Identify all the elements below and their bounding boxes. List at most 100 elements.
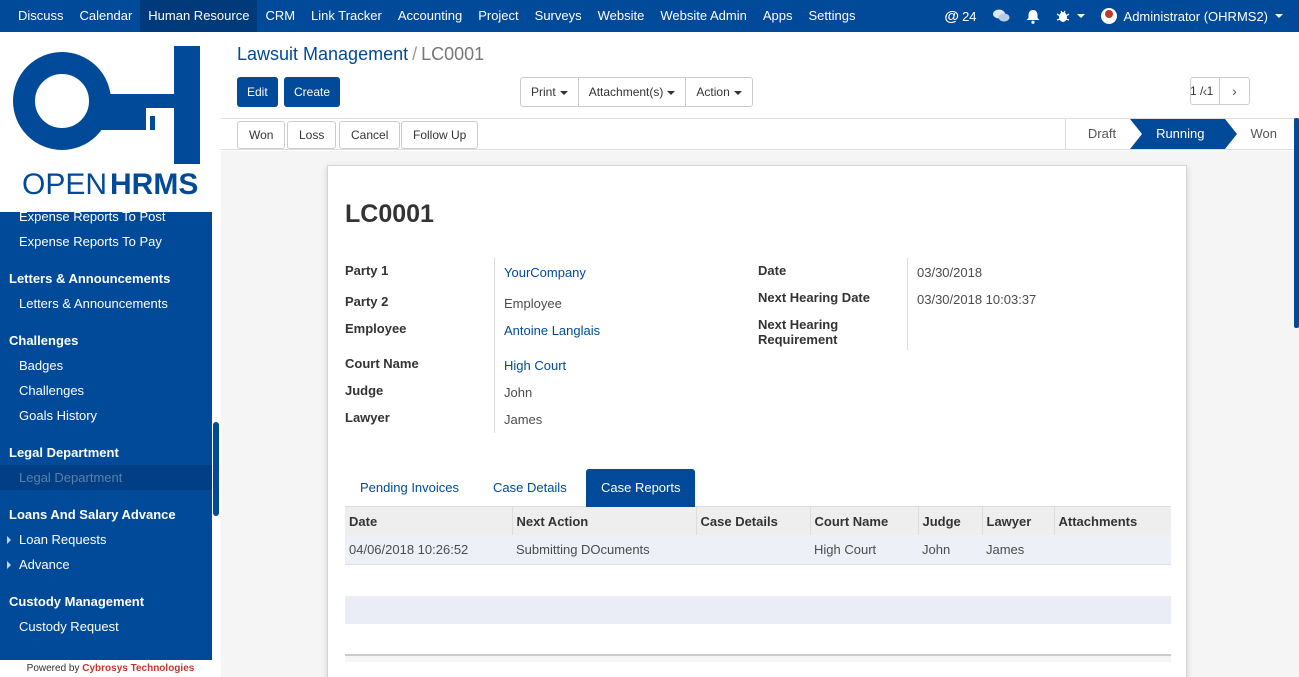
sidebar-item-letters-announcements[interactable]: Letters & Announcements: [0, 291, 212, 316]
scrollbar-thumb[interactable]: [213, 422, 219, 516]
sidebar-item-challenges[interactable]: Challenges: [0, 378, 212, 403]
sidebar-item-label: Expense Reports To Pay: [19, 234, 162, 249]
sidebar-section-letters: Letters & Announcements: [9, 271, 171, 286]
sidebar: OPEN HRMS Expense Reports To Post Expens…: [0, 32, 221, 677]
oh-logo-icon: OPEN HRMS: [13, 46, 200, 201]
sidebar-item-loan-requests[interactable]: Loan Requests: [0, 527, 212, 552]
powered-by: Powered by Cybrosys Technologies: [0, 660, 221, 677]
date-label: Date: [758, 263, 787, 278]
cell-case-details: [696, 535, 810, 565]
menu-surveys[interactable]: Surveys: [527, 0, 590, 32]
print-label: Print: [531, 85, 556, 99]
form-sheet: LC0001 Party 1 YourCompany Party 2 Emplo…: [327, 165, 1187, 677]
tab-case-details[interactable]: Case Details: [478, 469, 582, 507]
user-name: Administrator (OHRMS2): [1123, 8, 1268, 24]
sidebar-item-label: Badges: [19, 358, 64, 373]
debug-menu[interactable]: [1048, 9, 1093, 23]
sidebar-item-label: Legal Department: [19, 470, 123, 485]
judge-label: Judge: [345, 383, 384, 398]
chevron-right-icon: ›: [1232, 83, 1237, 99]
top-navbar: Discuss Calendar Human Resource CRM Link…: [0, 0, 1299, 32]
menu-human-resource[interactable]: Human Resource: [140, 0, 258, 32]
chat-bubbles-icon: [992, 9, 1010, 22]
powered-by-text: Powered by: [26, 663, 80, 674]
sidebar-item-label: Goals History: [19, 408, 98, 423]
breadcrumb-parent[interactable]: Lawsuit Management: [237, 44, 408, 64]
create-button[interactable]: Create: [284, 77, 341, 107]
field-divider: [494, 258, 495, 433]
sidebar-item-expense-reports-to-post[interactable]: Expense Reports To Post: [0, 212, 212, 229]
sidebar-item-expense-reports-to-pay[interactable]: Expense Reports To Pay: [0, 229, 212, 254]
column-header-case-details[interactable]: Case Details: [696, 507, 811, 535]
table-row[interactable]: 04/06/2018 10:26:52 Submitting DOcuments…: [345, 535, 1171, 565]
sidebar-scrollbar[interactable]: [212, 212, 221, 677]
messages-button[interactable]: [985, 9, 1018, 23]
tab-case-reports[interactable]: Case Reports: [586, 469, 696, 507]
sidebar-item-label: Advance: [19, 557, 70, 572]
sidebar-section-challenges: Challenges: [9, 333, 79, 348]
record-title: LC0001: [345, 200, 434, 228]
pager-next-button[interactable]: ›: [1220, 77, 1250, 105]
column-header-judge[interactable]: Judge: [918, 507, 983, 535]
column-header-court-name[interactable]: Court Name: [810, 507, 919, 535]
action-label: Action: [696, 85, 730, 99]
menu-crm[interactable]: CRM: [257, 0, 303, 32]
cell-judge: John: [918, 535, 982, 565]
menu-website-admin[interactable]: Website Admin: [652, 0, 754, 32]
tab-pending-invoices[interactable]: Pending Invoices: [345, 469, 474, 507]
mentions-button[interactable]: @ 24: [936, 8, 984, 25]
cell-date: 04/06/2018 10:26:52: [345, 535, 512, 565]
pager: 1 / 1 ‹ ›: [1190, 77, 1250, 105]
attachments-dropdown[interactable]: Attachment(s): [579, 78, 687, 106]
chevron-down-icon: [733, 90, 742, 95]
loss-button[interactable]: Loss: [287, 121, 337, 149]
date-value: 03/30/2018: [917, 265, 983, 280]
sidebar-item-goals-history[interactable]: Goals History: [0, 403, 212, 428]
mentions-count: 24: [962, 8, 977, 24]
notifications-button[interactable]: [1018, 9, 1048, 24]
menu-project[interactable]: Project: [470, 0, 526, 32]
sidebar-item-advance[interactable]: Advance: [0, 552, 212, 577]
chevron-down-icon: [559, 90, 568, 95]
table-header-row: Date Next Action Case Details Court Name…: [345, 507, 1171, 535]
stage-running[interactable]: Running: [1130, 119, 1237, 149]
court-name-value[interactable]: High Court: [504, 358, 566, 373]
sidebar-item-custody-request[interactable]: Custody Request: [0, 614, 212, 639]
column-header-lawyer[interactable]: Lawyer: [982, 507, 1055, 535]
column-header-next-action[interactable]: Next Action: [512, 507, 697, 535]
menu-apps[interactable]: Apps: [755, 0, 801, 32]
menu-settings[interactable]: Settings: [800, 0, 863, 32]
breadcrumb-current: LC0001: [421, 44, 485, 64]
sidebar-item-badges[interactable]: Badges: [0, 353, 212, 378]
next-hearing-date-value: 03/30/2018 10:03:37: [917, 292, 1037, 307]
sidebar-item-legal-department[interactable]: Legal Department: [0, 465, 212, 490]
won-button[interactable]: Won: [237, 121, 286, 149]
breadcrumb: Lawsuit Management / LC0001: [237, 44, 484, 65]
at-icon: @: [944, 7, 960, 25]
menu-discuss[interactable]: Discuss: [10, 0, 72, 32]
menu-website[interactable]: Website: [590, 0, 653, 32]
sidebar-item-label: Challenges: [19, 383, 85, 398]
stage-running-label: Running: [1156, 126, 1205, 141]
party1-value[interactable]: YourCompany: [504, 265, 586, 280]
menu-accounting[interactable]: Accounting: [390, 0, 470, 32]
powered-by-company[interactable]: Cybrosys Technologies: [82, 663, 194, 674]
sidebar-item-label: Expense Reports To Post: [19, 212, 166, 224]
scrollbar-thumb[interactable]: [1294, 118, 1299, 328]
user-menu[interactable]: Administrator (OHRMS2): [1093, 8, 1291, 24]
next-hearing-requirement-label: Next Hearing Requirement: [758, 317, 838, 347]
cancel-button[interactable]: Cancel: [339, 121, 401, 149]
print-dropdown[interactable]: Print: [521, 78, 579, 106]
edit-button[interactable]: Edit: [237, 77, 278, 107]
party1-label: Party 1: [345, 263, 389, 278]
column-header-date[interactable]: Date: [345, 507, 513, 535]
column-header-attachments[interactable]: Attachments: [1054, 507, 1171, 535]
action-dropdown[interactable]: Action: [686, 78, 751, 106]
menu-link-tracker[interactable]: Link Tracker: [303, 0, 390, 32]
menu-calendar[interactable]: Calendar: [72, 0, 141, 32]
caret-right-icon: [7, 536, 11, 544]
employee-value[interactable]: Antoine Langlais: [504, 323, 600, 338]
follow-up-button[interactable]: Follow Up: [401, 121, 479, 149]
stage-draft[interactable]: Draft: [1064, 119, 1130, 149]
main-scrollbar[interactable]: [1292, 118, 1299, 448]
